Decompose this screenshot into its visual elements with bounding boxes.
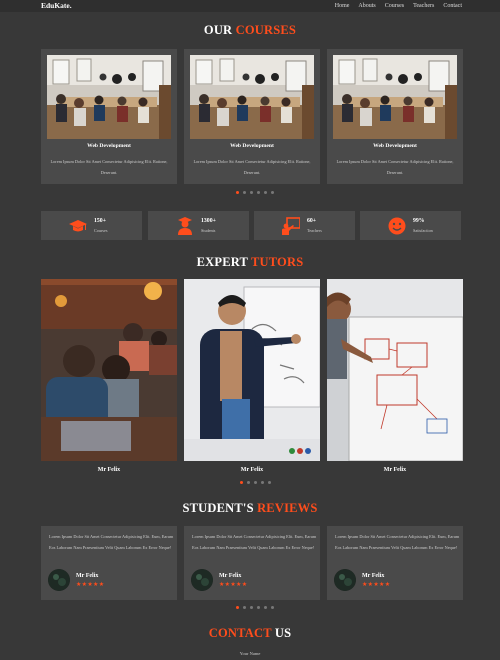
pagination-dot[interactable] xyxy=(250,191,253,194)
pagination-dot[interactable] xyxy=(264,191,267,194)
course-description: Lorem Ipsum Dolor Sit Amet Consectetur A… xyxy=(336,159,454,175)
stat-value: 150+ xyxy=(94,218,106,224)
review-text: Lorem Ipsum Dolor Sit Amet Consectetur A… xyxy=(335,534,460,550)
tutor-photo[interactable] xyxy=(184,279,320,461)
pagination-dot[interactable] xyxy=(271,191,274,194)
star-rating-icon: ★★★★★ xyxy=(362,582,391,588)
course-card[interactable]: Web Development Lorem Ipsum Dolor Sit Am… xyxy=(184,49,320,184)
nav-link-courses[interactable]: Courses xyxy=(385,0,404,12)
reviewer-name: Mr Felix xyxy=(219,573,242,579)
pagination-dot[interactable] xyxy=(271,606,274,609)
nav-link-teachers[interactable]: Teachers xyxy=(413,0,434,12)
course-description: Lorem Ipsum Dolor Sit Amet Consectetur A… xyxy=(50,159,168,175)
reviewer-name: Mr Felix xyxy=(76,573,99,579)
stat-satisfaction: 99% Satisfaction xyxy=(360,211,461,240)
pagination-dot-active[interactable] xyxy=(236,606,239,609)
stat-value: 99% xyxy=(413,218,425,224)
pagination-dot-active[interactable] xyxy=(236,191,239,194)
review-text: Lorem Ipsum Dolor Sit Amet Consectetur A… xyxy=(192,534,317,550)
stat-courses: 150+ Courses xyxy=(41,211,142,240)
name-field-label: Your Name xyxy=(239,651,261,656)
site-logo[interactable]: EduKate. xyxy=(41,0,72,12)
stat-label: Students xyxy=(201,228,216,233)
nav-link-abouts[interactable]: Abouts xyxy=(358,0,375,12)
tutor-name: Mr Felix xyxy=(97,467,121,473)
stat-label: Teachers xyxy=(307,228,322,233)
pagination-dot[interactable] xyxy=(250,606,253,609)
tutor-name: Mr Felix xyxy=(240,467,264,473)
avatar xyxy=(334,569,356,591)
reviews-heading-accent: REVIEWS xyxy=(257,501,318,515)
course-title: Web Development xyxy=(373,143,417,149)
pagination-dot[interactable] xyxy=(268,481,271,484)
course-card[interactable]: Web Development Lorem Ipsum Dolor Sit Am… xyxy=(41,49,177,184)
reviews-heading: STUDENT'S REVIEWS xyxy=(0,501,500,516)
tutors-pagination xyxy=(240,481,271,484)
avatar xyxy=(191,569,213,591)
reviews-pagination xyxy=(236,606,274,609)
tutor-photo[interactable] xyxy=(41,279,177,461)
course-card[interactable]: Web Development Lorem Ipsum Dolor Sit Am… xyxy=(327,49,463,184)
tutor-image xyxy=(327,279,463,461)
avatar xyxy=(48,569,70,591)
course-title: Web Development xyxy=(230,143,274,149)
tutors-heading: EXPERT TUTORS xyxy=(0,255,500,270)
nav-menu: Home Abouts Courses Teachers Contact xyxy=(335,0,462,12)
pagination-dot[interactable] xyxy=(243,606,246,609)
pagination-dot[interactable] xyxy=(243,191,246,194)
pagination-dot[interactable] xyxy=(257,191,260,194)
stat-value: 60+ xyxy=(307,218,317,224)
pagination-dot[interactable] xyxy=(264,606,267,609)
student-icon xyxy=(178,217,192,235)
review-text: Lorem Ipsum Dolor Sit Amet Consectetur A… xyxy=(49,534,174,550)
stat-label: Courses xyxy=(94,228,108,233)
courses-heading-main: OUR xyxy=(203,23,233,37)
contact-heading: CONTACT US xyxy=(0,626,500,641)
course-title: Web Development xyxy=(87,143,131,149)
tutor-image xyxy=(41,279,177,461)
course-image xyxy=(190,55,314,139)
course-image xyxy=(333,55,457,139)
tutors-heading-accent: TUTORS xyxy=(250,255,304,269)
tutor-photo[interactable] xyxy=(327,279,463,461)
contact-heading-main: US xyxy=(274,626,292,640)
nav-link-home[interactable]: Home xyxy=(335,0,350,12)
smiley-icon xyxy=(388,217,406,235)
reviewer-name: Mr Felix xyxy=(362,573,385,579)
stat-students: 1300+ Students xyxy=(148,211,249,240)
stat-label: Satisfaction xyxy=(413,228,433,233)
graduation-cap-icon xyxy=(69,220,87,232)
courses-heading-accent: COURSES xyxy=(235,23,297,37)
tutor-image xyxy=(184,279,320,461)
review-card[interactable]: Lorem Ipsum Dolor Sit Amet Consectetur A… xyxy=(41,526,177,600)
stat-teachers: 60+ Teachers xyxy=(254,211,355,240)
review-card[interactable]: Lorem Ipsum Dolor Sit Amet Consectetur A… xyxy=(327,526,463,600)
pagination-dot-active[interactable] xyxy=(240,481,243,484)
tutor-name: Mr Felix xyxy=(383,467,407,473)
contact-heading-accent: CONTACT xyxy=(208,626,272,640)
review-card[interactable]: Lorem Ipsum Dolor Sit Amet Consectetur A… xyxy=(184,526,320,600)
courses-heading: OUR COURSES xyxy=(0,23,500,38)
course-image xyxy=(47,55,171,139)
reviews-heading-main: STUDENT'S xyxy=(182,501,254,515)
teacher-board-icon xyxy=(282,217,300,235)
star-rating-icon: ★★★★★ xyxy=(76,582,105,588)
course-description: Lorem Ipsum Dolor Sit Amet Consectetur A… xyxy=(193,159,311,175)
pagination-dot[interactable] xyxy=(254,481,257,484)
nav-link-contact[interactable]: Contact xyxy=(443,0,462,12)
courses-pagination xyxy=(236,191,274,194)
stat-value: 1300+ xyxy=(201,218,216,224)
tutors-heading-main: EXPERT xyxy=(196,255,248,269)
pagination-dot[interactable] xyxy=(257,606,260,609)
pagination-dot[interactable] xyxy=(261,481,264,484)
star-rating-icon: ★★★★★ xyxy=(219,582,248,588)
pagination-dot[interactable] xyxy=(247,481,250,484)
